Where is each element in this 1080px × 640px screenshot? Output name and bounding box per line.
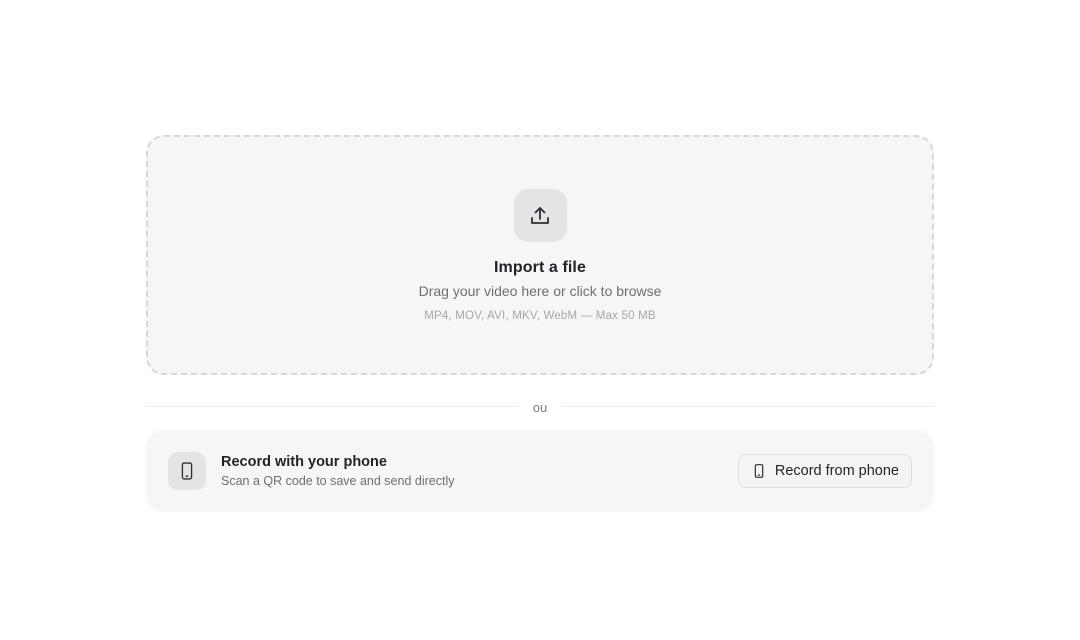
or-divider: ou [146, 398, 934, 416]
phone-record-card: Record with your phone Scan a QR code to… [146, 430, 934, 512]
phone-card-subtitle: Scan a QR code to save and send directly [221, 474, 455, 488]
phone-card-title: Record with your phone [221, 454, 387, 470]
dropzone-formats: MP4, MOV, AVI, MKV, WebM — Max 50 MB [424, 310, 656, 322]
upload-icon-badge [513, 189, 567, 242]
smartphone-icon [754, 464, 764, 478]
smartphone-icon-badge [168, 452, 206, 490]
dropzone-subtitle: Drag your video here or click to browse [418, 283, 662, 299]
divider-line-left [146, 406, 518, 407]
smartphone-icon [181, 462, 193, 480]
phone-card-text: Record with your phone Scan a QR code to… [221, 454, 738, 488]
file-dropzone[interactable]: Import a file Drag your video here or cl… [146, 135, 934, 375]
record-from-phone-button[interactable]: Record from phone [737, 454, 912, 488]
divider-line-right [562, 406, 934, 407]
upload-icon [531, 206, 549, 224]
upload-panel: Import a file Drag your video here or cl… [146, 135, 934, 512]
record-from-phone-label: Record from phone [774, 463, 899, 479]
divider-label: ou [520, 399, 560, 415]
dropzone-title: Import a file [494, 259, 586, 276]
